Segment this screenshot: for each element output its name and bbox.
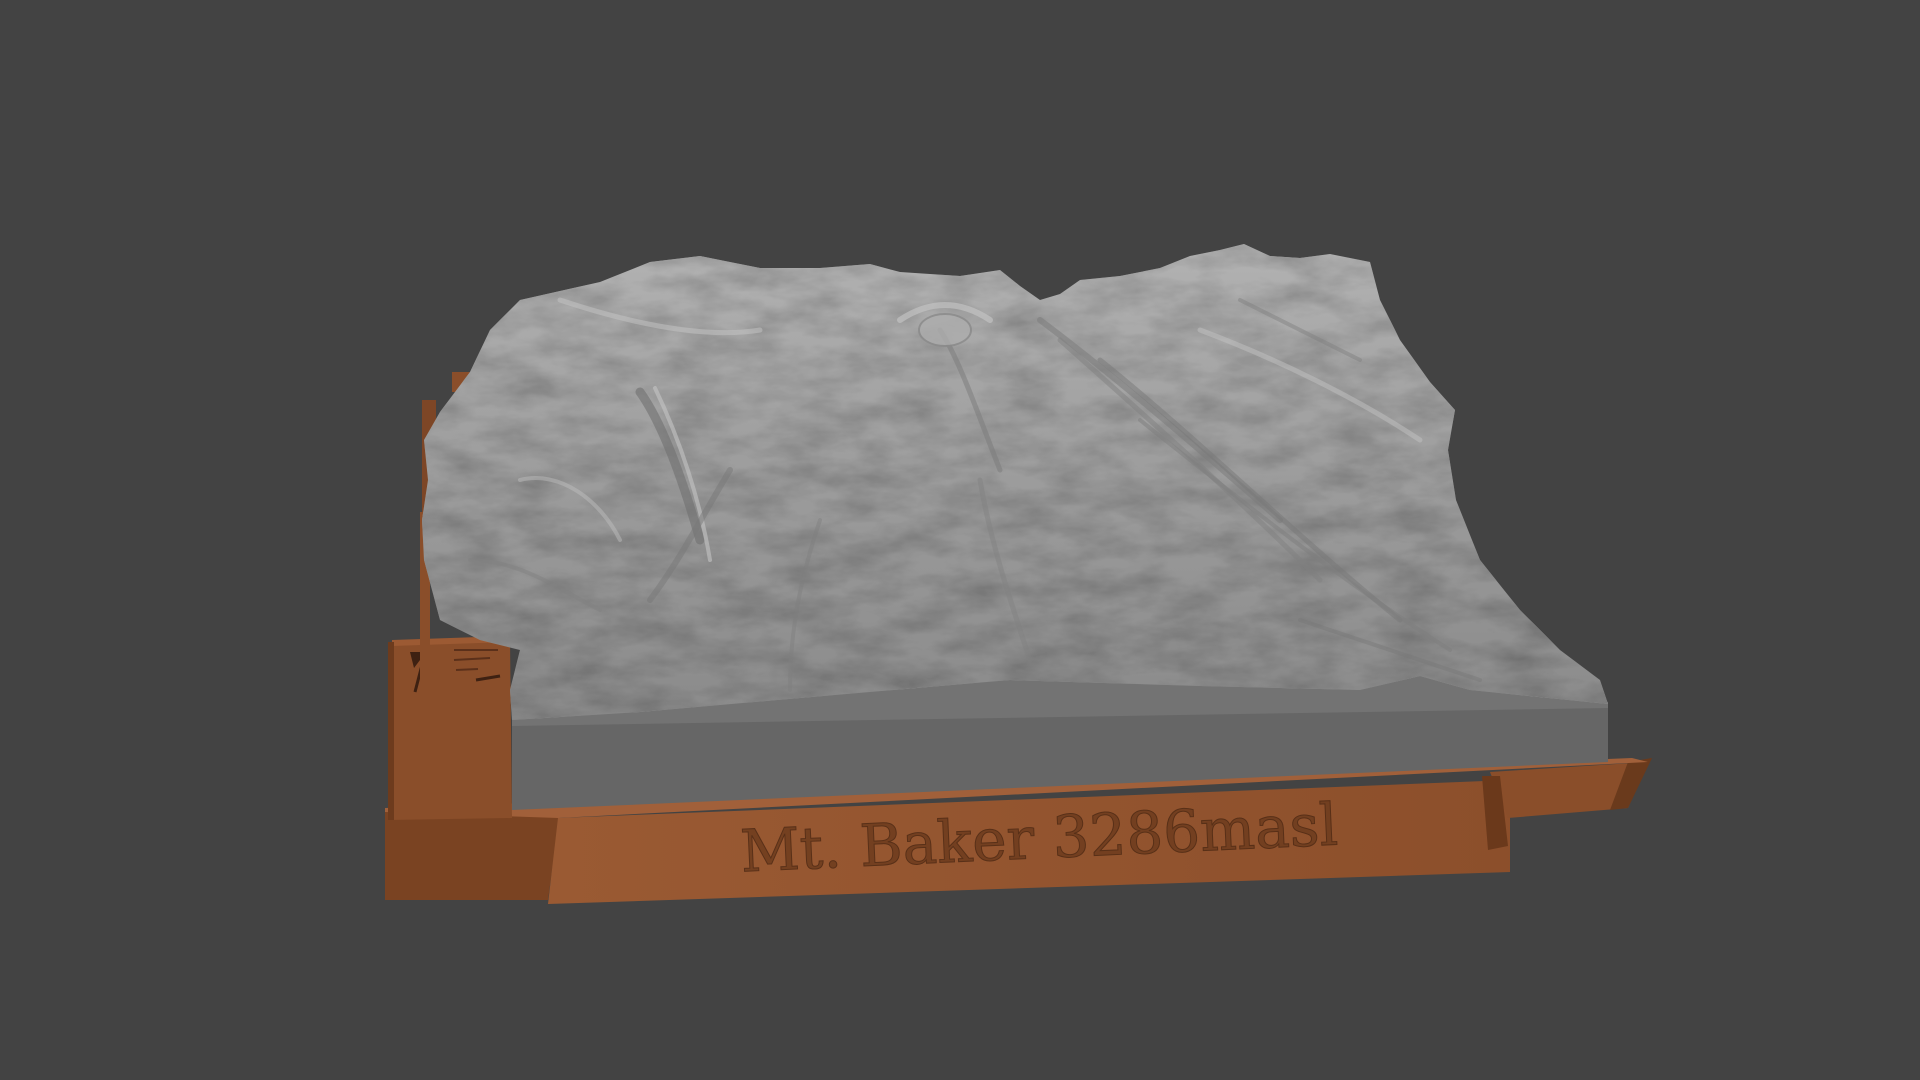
terrain-model-render: Mt. Baker 3286masl (385, 244, 1652, 904)
corner-post-side (388, 642, 394, 820)
3d-viewport[interactable]: Mt. Baker 3286masl (0, 0, 1920, 1080)
corner-post-front (388, 640, 512, 820)
terrain-surface (422, 244, 1608, 720)
base-front-left (385, 812, 560, 900)
